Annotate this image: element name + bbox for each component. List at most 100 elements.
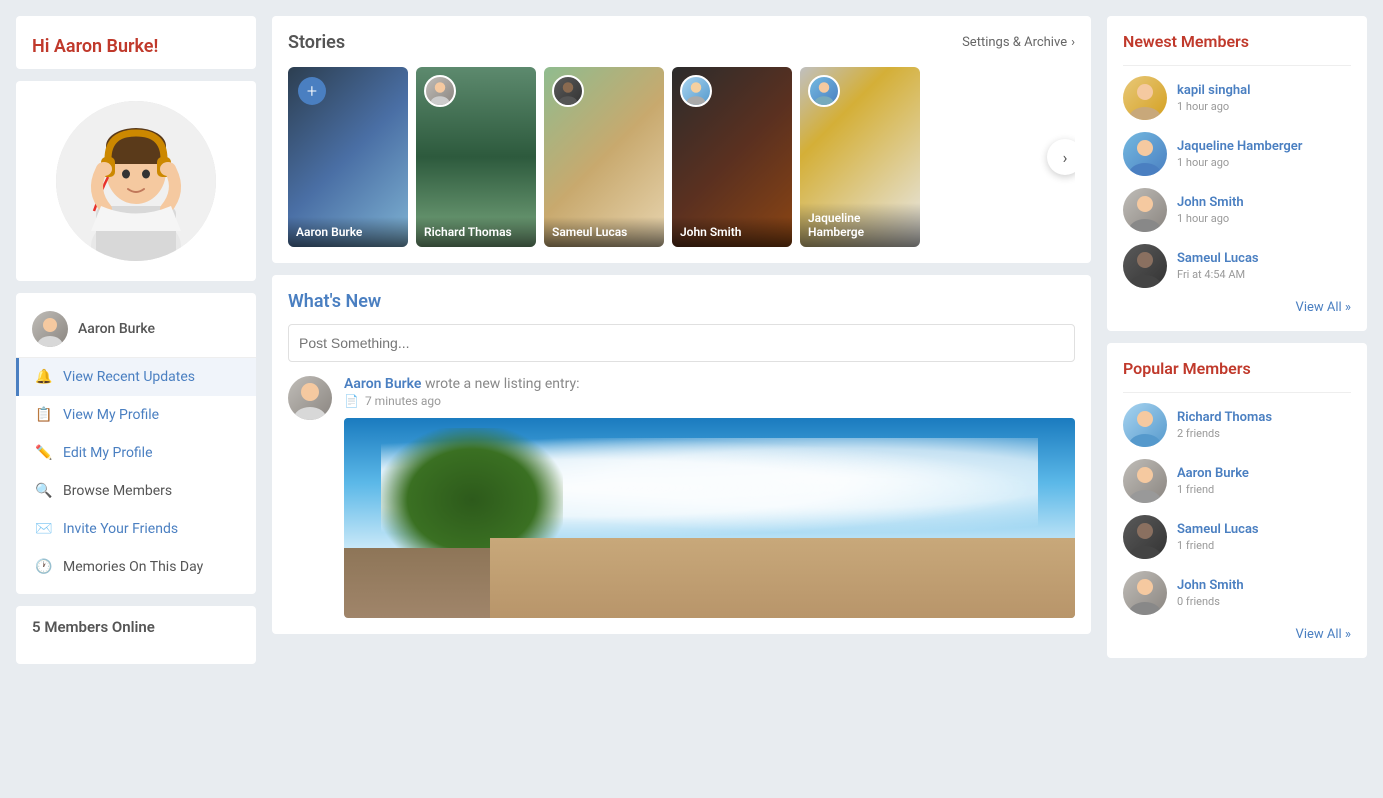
popular-member-name-1[interactable]: Aaron Burke [1177, 466, 1351, 481]
whats-new-title: What's New [288, 291, 1075, 312]
newest-member-info-0: kapil singhal 1 hour ago [1177, 83, 1351, 114]
sidebar-item-edit-profile[interactable]: ✏️ Edit My Profile [16, 434, 256, 472]
activity-image [344, 418, 1075, 618]
popular-members-view-all[interactable]: View All » [1123, 627, 1351, 642]
sidebar-left: Hi Aaron Burke! [16, 16, 256, 664]
chevron-right-icon: › [1071, 35, 1075, 50]
popular-member-row-2: Sameul Lucas 1 friend [1123, 515, 1351, 559]
nav-user-row: Aaron Burke [16, 301, 256, 358]
stories-card: Stories Settings & Archive › + Aaron Bur… [272, 16, 1091, 263]
nav-card: Aaron Burke 🔔 View Recent Updates 📋 View… [16, 293, 256, 594]
newest-member-time-2: 1 hour ago [1177, 212, 1229, 225]
nav-label-memories: Memories On This Day [63, 559, 203, 575]
newest-member-name-2[interactable]: John Smith [1177, 195, 1351, 210]
newest-member-time-0: 1 hour ago [1177, 100, 1229, 113]
story-label-3: John Smith [672, 217, 792, 247]
nav-user-name: Aaron Burke [78, 321, 155, 337]
popular-members-title: Popular Members [1123, 359, 1351, 378]
greeting-text: Hi Aaron Burke! [32, 36, 240, 57]
profile-avatar [56, 101, 216, 261]
popular-member-friends-0: 2 friends [1177, 427, 1220, 440]
sidebar-item-invite-friends[interactable]: ✉️ Invite Your Friends [16, 510, 256, 548]
greeting-name: Aaron Burke! [54, 36, 158, 57]
profile-icon: 📋 [35, 407, 53, 423]
post-input-row[interactable] [288, 324, 1075, 362]
popular-member-info-0: Richard Thomas 2 friends [1177, 410, 1351, 441]
greeting-card: Hi Aaron Burke! [16, 16, 256, 69]
newest-member-time-3: Fri at 4:54 AM [1177, 268, 1245, 281]
nav-label-invite-friends: Invite Your Friends [63, 521, 178, 537]
stories-next-button[interactable]: › [1047, 139, 1075, 175]
activity-meta: 📄 7 minutes ago [344, 394, 1075, 408]
popular-member-info-1: Aaron Burke 1 friend [1177, 466, 1351, 497]
story-label-4: Jaqueline Hamberge [800, 203, 920, 247]
newest-member-row-0: kapil singhal 1 hour ago [1123, 76, 1351, 120]
popular-member-name-2[interactable]: Sameul Lucas [1177, 522, 1351, 537]
envelope-icon: ✉️ [35, 521, 53, 537]
popular-member-name-3[interactable]: John Smith [1177, 578, 1351, 593]
story-item-3[interactable]: John Smith [672, 67, 792, 247]
newest-member-avatar-0 [1123, 76, 1167, 120]
story-label-0: Aaron Burke [288, 217, 408, 247]
sidebar-item-view-profile[interactable]: 📋 View My Profile [16, 396, 256, 434]
story-item-add[interactable]: + Aaron Burke [288, 67, 408, 247]
popular-member-avatar-0 [1123, 403, 1167, 447]
members-online-title: 5 Members Online [32, 618, 240, 636]
stories-settings-link[interactable]: Settings & Archive › [962, 35, 1075, 50]
popular-member-avatar-2 [1123, 515, 1167, 559]
activity-time: 7 minutes ago [365, 394, 441, 408]
newest-member-row-2: John Smith 1 hour ago [1123, 188, 1351, 232]
sidebar-item-memories[interactable]: 🕐 Memories On This Day [16, 548, 256, 586]
nav-user-avatar [32, 311, 68, 347]
popular-member-avatar-1 [1123, 459, 1167, 503]
main-content: Stories Settings & Archive › + Aaron Bur… [272, 16, 1091, 664]
newest-members-card: Newest Members kapil singhal 1 hour ago [1107, 16, 1367, 331]
stories-title: Stories [288, 32, 345, 53]
edit-icon: ✏️ [35, 445, 53, 461]
newest-member-name-0[interactable]: kapil singhal [1177, 83, 1351, 98]
popular-member-info-2: Sameul Lucas 1 friend [1177, 522, 1351, 553]
nav-label-recent-updates: View Recent Updates [63, 369, 195, 385]
profile-avatar-card [16, 81, 256, 281]
newest-member-avatar-1 [1123, 132, 1167, 176]
popular-member-avatar-3 [1123, 571, 1167, 615]
story-item-1[interactable]: Richard Thomas [416, 67, 536, 247]
popular-members-card: Popular Members Richard Thomas 2 friends [1107, 343, 1367, 658]
activity-action-text: wrote a new listing entry: [425, 376, 580, 392]
sidebar-right: Newest Members kapil singhal 1 hour ago [1107, 16, 1367, 664]
post-input[interactable] [299, 335, 1064, 351]
story-avatar-1 [424, 75, 456, 107]
story-item-2[interactable]: Sameul Lucas [544, 67, 664, 247]
newest-member-info-2: John Smith 1 hour ago [1177, 195, 1351, 226]
bell-icon: 🔔 [35, 369, 53, 385]
popular-member-info-3: John Smith 0 friends [1177, 578, 1351, 609]
greeting-hi: Hi [32, 36, 54, 57]
story-label-1: Richard Thomas [416, 217, 536, 247]
activity-text: Aaron Burke wrote a new listing entry: [344, 376, 1075, 392]
newest-member-name-3[interactable]: Sameul Lucas [1177, 251, 1351, 266]
activity-user-avatar [288, 376, 332, 420]
newest-member-info-3: Sameul Lucas Fri at 4:54 AM [1177, 251, 1351, 282]
story-label-2: Sameul Lucas [544, 217, 664, 247]
newest-member-info-1: Jaqueline Hamberger 1 hour ago [1177, 139, 1351, 170]
stories-row: + Aaron Burke Richard Thoma [288, 67, 1075, 247]
newest-member-name-1[interactable]: Jaqueline Hamberger [1177, 139, 1351, 154]
members-online-card: 5 Members Online [16, 606, 256, 664]
sidebar-item-recent-updates[interactable]: 🔔 View Recent Updates [16, 358, 256, 396]
activity-content: Aaron Burke wrote a new listing entry: 📄… [344, 376, 1075, 618]
newest-members-view-all[interactable]: View All » [1123, 300, 1351, 315]
story-avatar-3 [680, 75, 712, 107]
stories-header: Stories Settings & Archive › [288, 32, 1075, 53]
story-item-4[interactable]: Jaqueline Hamberge [800, 67, 920, 247]
sidebar-item-browse-members[interactable]: 🔍 Browse Members [16, 472, 256, 510]
popular-member-friends-3: 0 friends [1177, 595, 1220, 608]
activity-user-name: Aaron Burke [344, 376, 421, 392]
popular-member-row-1: Aaron Burke 1 friend [1123, 459, 1351, 503]
story-add-button[interactable]: + [298, 77, 326, 105]
newest-member-row-3: Sameul Lucas Fri at 4:54 AM [1123, 244, 1351, 288]
popular-member-name-0[interactable]: Richard Thomas [1177, 410, 1351, 425]
clock-icon: 🕐 [35, 559, 53, 575]
newest-member-time-1: 1 hour ago [1177, 156, 1229, 169]
popular-member-row-0: Richard Thomas 2 friends [1123, 403, 1351, 447]
nav-label-view-profile: View My Profile [63, 407, 159, 423]
